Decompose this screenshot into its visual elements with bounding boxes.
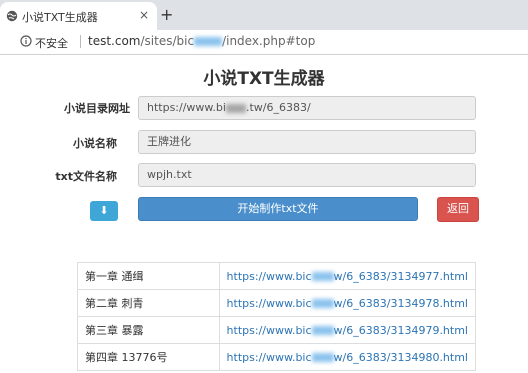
link-redaction <box>311 299 334 308</box>
chapter-link[interactable]: https://www.bic w/6_6383/3134977.html <box>218 262 477 290</box>
chapter-link[interactable]: https://www.bic w/6_6383/3134979.html <box>218 316 477 344</box>
table-row: 第一章 通缉 https://www.bic w/6_6383/3134977.h… <box>77 262 477 290</box>
link-start: https://www.bic <box>226 350 312 364</box>
novel-url-input[interactable]: https://www.bi .tw/6_6383/ <box>138 96 476 120</box>
link-redaction <box>311 353 334 362</box>
address-divider <box>80 35 81 48</box>
url-path-start: /sites/bic <box>140 34 195 48</box>
start-generate-button[interactable]: 开始制作txt文件 <box>138 197 418 221</box>
info-icon[interactable] <box>20 35 32 47</box>
arrow-down-icon: ⬇ <box>99 204 109 217</box>
table-row: 第四章 13776号 https://www.bic w/6_6383/31349… <box>77 343 477 371</box>
url-value-start: https://www.bi <box>147 101 226 114</box>
url-text[interactable]: test.com/sites/bic/index.php#top <box>88 34 315 48</box>
txt-filename-label: txt文件名称 <box>55 170 117 183</box>
link-redaction <box>311 326 334 335</box>
link-end: w/6_6383/3134978.html <box>333 296 468 310</box>
globe-icon <box>6 10 18 22</box>
url-host: test.com <box>88 34 141 48</box>
link-end: w/6_6383/3134980.html <box>333 350 468 364</box>
link-end: w/6_6383/3134979.html <box>333 323 468 337</box>
link-redaction <box>311 272 334 281</box>
table-row: 第二章 刺青 https://www.bic w/6_6383/3134978.h… <box>77 289 477 317</box>
tab-title: 小说TXT生成器 <box>22 11 98 24</box>
chapter-title: 第四章 13776号 <box>77 343 220 371</box>
download-button[interactable]: ⬇ <box>90 201 118 221</box>
table-row: 第三章 暴露 https://www.bic w/6_6383/3134979.h… <box>77 316 477 344</box>
page-title: 小说TXT生成器 <box>203 69 325 89</box>
address-bar[interactable]: 不安全 test.com/sites/bic/index.php#top <box>0 30 528 55</box>
not-secure-label: 不安全 <box>35 37 68 50</box>
chapter-title: 第一章 通缉 <box>77 262 220 290</box>
novel-name-input[interactable]: 王牌进化 <box>138 130 476 154</box>
url-path-end: /index.php#top <box>222 34 316 48</box>
chapter-table: 第一章 通缉 https://www.bic w/6_6383/3134977.h… <box>77 262 477 371</box>
chapter-title: 第三章 暴露 <box>77 316 220 344</box>
chapter-title: 第二章 刺青 <box>77 289 220 317</box>
link-start: https://www.bic <box>226 323 312 337</box>
url-value-end: .tw/6_6383/ <box>245 101 311 114</box>
txt-filename-input[interactable]: wpjh.txt <box>138 163 476 187</box>
tab-close-icon[interactable]: × <box>139 9 149 21</box>
url-value-redaction <box>225 103 246 113</box>
chapter-link[interactable]: https://www.bic w/6_6383/3134980.html <box>218 343 477 371</box>
browser-tab-bar: 小说TXT生成器 × + <box>0 0 528 30</box>
link-start: https://www.bic <box>226 269 312 283</box>
browser-tab[interactable]: 小说TXT生成器 × <box>0 2 157 30</box>
link-start: https://www.bic <box>226 296 312 310</box>
url-label: 小说目录网址 <box>64 102 130 115</box>
new-tab-button[interactable]: + <box>160 7 173 23</box>
novel-name-label: 小说名称 <box>73 137 117 150</box>
url-redaction <box>194 37 223 46</box>
link-end: w/6_6383/3134977.html <box>333 269 468 283</box>
back-button[interactable]: 返回 <box>437 197 479 222</box>
chapter-link[interactable]: https://www.bic w/6_6383/3134978.html <box>218 289 477 317</box>
